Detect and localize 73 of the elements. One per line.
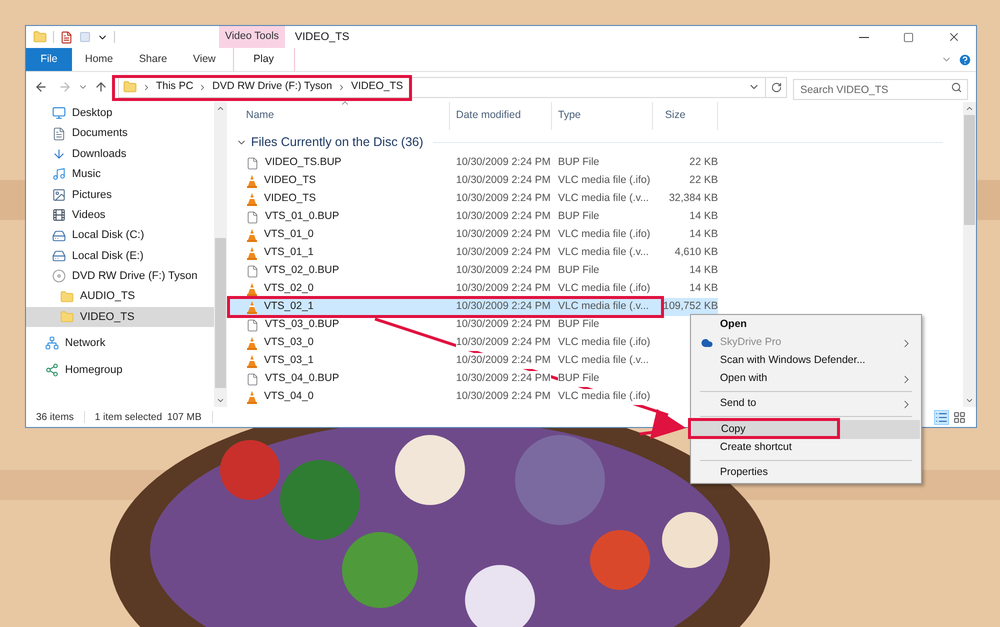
menu-item[interactable]: Properties xyxy=(691,464,921,482)
file-name: VIDEO_TS xyxy=(264,191,316,206)
size-cell-text: 14 KB xyxy=(689,209,718,224)
item-count: 36 items xyxy=(36,410,74,424)
size-cell-text: 14 KB xyxy=(689,281,718,296)
column-header[interactable]: Size xyxy=(653,102,718,130)
size-cell-text: 14 KB xyxy=(689,227,718,242)
contextual-tab-group: Video Tools xyxy=(219,26,285,48)
type-cell: VLC media file (.ifo) xyxy=(558,389,650,405)
ribbon-tab[interactable]: File xyxy=(26,48,72,71)
window-title: VIDEO_TS xyxy=(294,30,350,45)
file-row[interactable]: VTS_02_0 10/30/2009 2:24 PM VLC media file (.ifo) 14 KB xyxy=(230,280,718,298)
size-cell-text: 14 KB xyxy=(689,263,718,278)
ribbon-tab[interactable]: Play xyxy=(232,48,295,71)
sidebar-item[interactable]: DVD RW Drive (F:) Tyson xyxy=(26,266,214,287)
file-name: VTS_04_0.BUP xyxy=(265,371,340,386)
size-cell-text: 32,384 KB xyxy=(668,191,718,206)
breadcrumb[interactable]: VIDEO_TS xyxy=(351,79,404,95)
size-cell-text: 109,752 KB xyxy=(663,299,718,314)
column-header[interactable]: Type xyxy=(552,102,653,130)
sidebar-item[interactable]: Homegroup xyxy=(26,360,214,380)
file-row[interactable]: VTS_01_0.BUP 10/30/2009 2:24 PM BUP File 14 KB xyxy=(230,208,718,226)
file-name: VTS_02_0 xyxy=(264,281,314,296)
selection-size: 107 MB xyxy=(167,410,202,424)
ribbon-tab[interactable]: View xyxy=(180,48,229,71)
file-name: VTS_02_0.BUP xyxy=(265,263,340,278)
sidebar-item[interactable]: VIDEO_TS xyxy=(26,306,214,328)
file-row[interactable]: VIDEO_TS.BUP 10/30/2009 2:24 PM BUP File 22 KB xyxy=(230,154,718,172)
menu-item[interactable]: Create shortcut xyxy=(691,439,921,457)
sidebar-item[interactable]: Local Disk (C:) xyxy=(26,225,214,246)
breadcrumb[interactable]: This PC xyxy=(156,79,194,95)
file-row[interactable]: VTS_01_1 10/30/2009 2:24 PM VLC media file (.v... 4,610 KB xyxy=(230,244,718,262)
size-cell-text: 22 KB xyxy=(689,155,718,170)
menu-item[interactable]: Open with xyxy=(691,370,921,388)
date-cell: 10/30/2009 2:24 PM xyxy=(456,353,551,369)
ribbon-tab[interactable]: Share xyxy=(126,48,180,71)
sidebar-item[interactable]: Network xyxy=(26,333,214,354)
group-header[interactable]: Files Currently on the Disc (36) xyxy=(251,132,424,152)
sidebar-item[interactable]: Pictures xyxy=(26,184,214,205)
menu-item[interactable]: Open xyxy=(691,316,921,334)
file-name: VTS_01_0.BUP xyxy=(265,209,340,224)
type-cell: BUP File xyxy=(558,371,600,387)
size-cell-text: 4,610 KB xyxy=(674,245,718,260)
menu-item[interactable]: Scan with Windows Defender... xyxy=(691,352,921,370)
column-header[interactable]: Date modified xyxy=(450,102,552,130)
file-name: VTS_01_0 xyxy=(264,227,314,242)
file-name: VIDEO_TS xyxy=(264,173,316,188)
ribbon-tab[interactable]: Home xyxy=(72,48,126,71)
file-row[interactable]: VTS_02_0.BUP 10/30/2009 2:24 PM BUP File 14 KB xyxy=(230,262,718,280)
size-cell-text: 22 KB xyxy=(689,173,718,188)
sidebar-item[interactable]: Documents xyxy=(26,123,214,144)
file-name: VTS_03_1 xyxy=(264,353,314,368)
sidebar-item[interactable]: Videos xyxy=(26,204,214,226)
breadcrumb[interactable]: DVD RW Drive (F:) Tyson xyxy=(212,79,332,95)
sidebar-item[interactable]: AUDIO_TS xyxy=(26,286,214,307)
sidebar-item[interactable]: Music xyxy=(26,164,214,185)
file-row[interactable]: VIDEO_TS 10/30/2009 2:24 PM VLC media file (.v... 32,384 KB xyxy=(230,190,718,208)
file-row[interactable]: VIDEO_TS 10/30/2009 2:24 PM VLC media file (.ifo) 22 KB xyxy=(230,172,718,190)
sidebar-item[interactable]: Downloads xyxy=(26,144,214,164)
sidebar-item[interactable]: Desktop xyxy=(26,103,214,124)
file-name: VTS_02_1 xyxy=(264,299,314,314)
selection-count: 1 item selected xyxy=(94,410,162,424)
date-cell: 10/30/2009 2:24 PM xyxy=(456,335,551,351)
file-name: VTS_01_1 xyxy=(264,245,314,260)
file-name: VTS_04_0 xyxy=(264,389,314,404)
column-header[interactable]: Name xyxy=(230,102,450,130)
file-name: VIDEO_TS.BUP xyxy=(265,155,342,170)
search-field[interactable]: Search VIDEO_TS xyxy=(793,79,968,100)
menu-item[interactable]: Send to xyxy=(691,395,921,413)
file-name: VTS_03_0.BUP xyxy=(265,317,340,332)
file-name: VTS_03_0 xyxy=(264,335,314,350)
file-row[interactable]: VTS_01_0 10/30/2009 2:24 PM VLC media file (.ifo) 14 KB xyxy=(230,226,718,244)
sidebar-item[interactable]: Local Disk (E:) xyxy=(26,246,214,266)
